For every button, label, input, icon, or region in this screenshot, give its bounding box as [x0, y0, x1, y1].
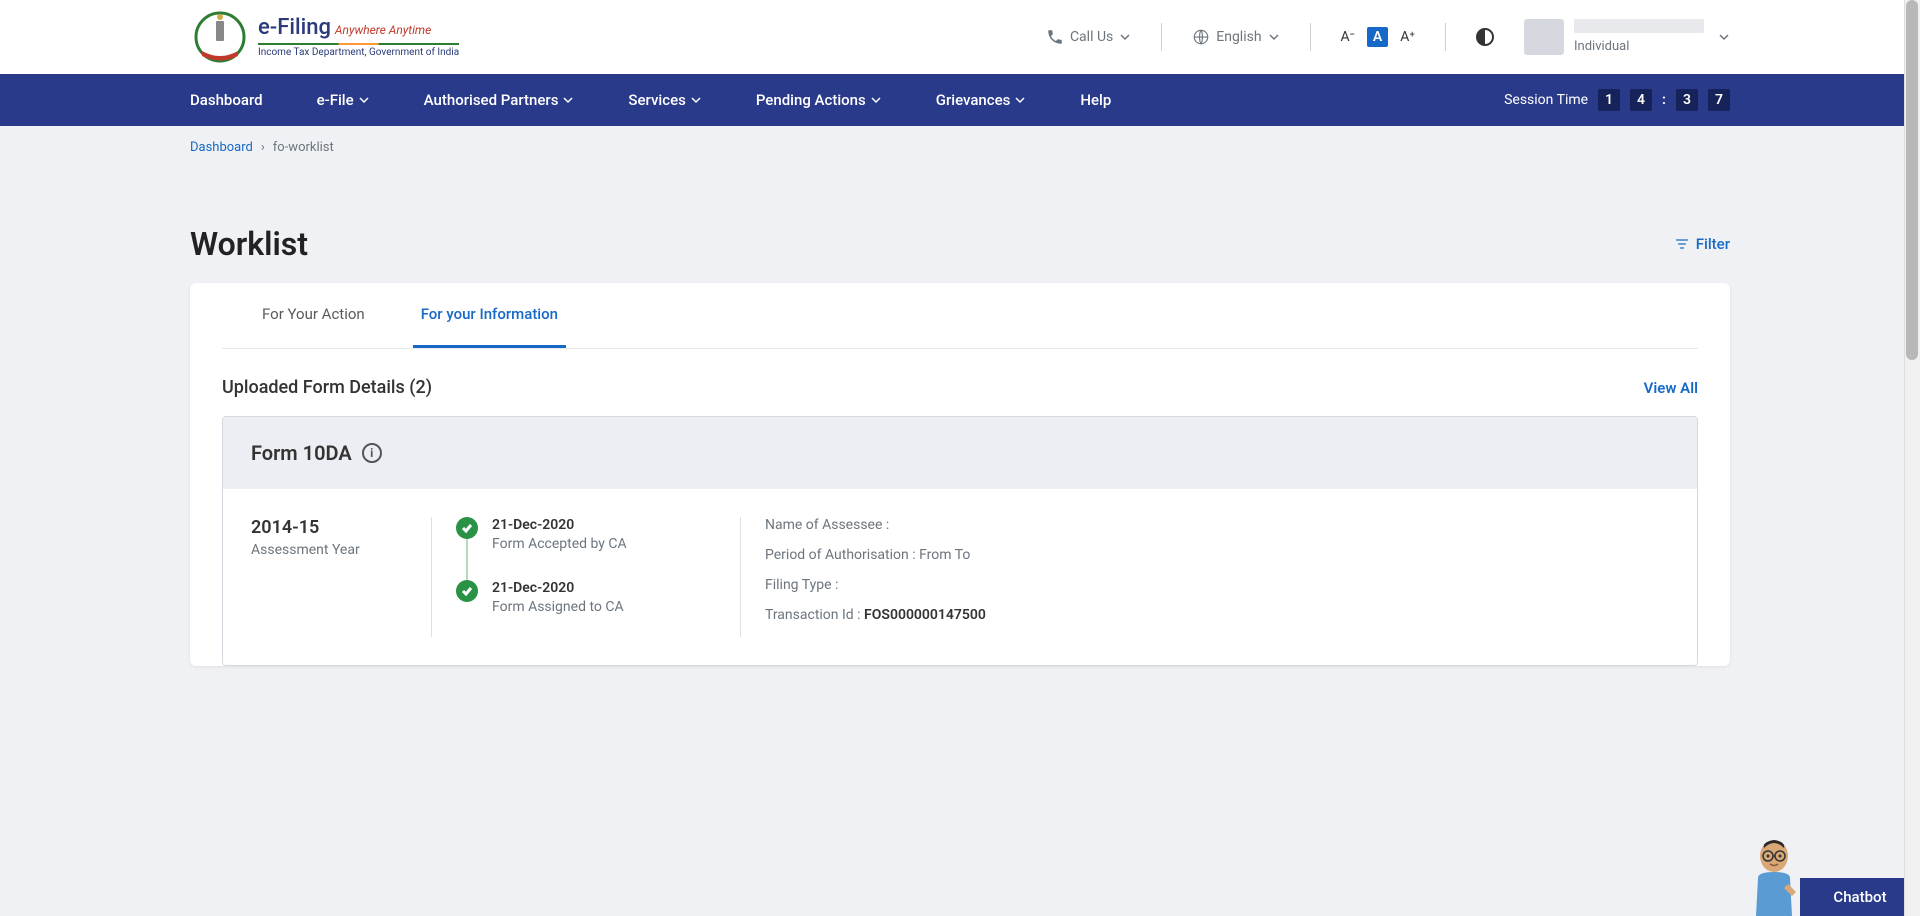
- contrast-toggle[interactable]: [1476, 28, 1494, 46]
- scrollbar-thumb[interactable]: [1906, 0, 1918, 360]
- page-title: Worklist: [190, 225, 308, 263]
- font-decrease-button[interactable]: A⁻: [1341, 29, 1355, 45]
- logo-tagline: Anywhere Anytime: [335, 23, 431, 37]
- timeline-item: 21-Dec-2020 Form Accepted by CA: [456, 517, 716, 552]
- chatbot-widget[interactable]: Chatbot: [1744, 834, 1920, 916]
- chevron-down-icon: [690, 94, 702, 106]
- session-label: Session Time: [1504, 92, 1588, 108]
- tabs: For Your Action For your Information: [222, 283, 1698, 349]
- filter-button[interactable]: Filter: [1674, 235, 1730, 253]
- avatar: [1524, 19, 1564, 55]
- assessment-year-label: Assessment Year: [251, 542, 407, 558]
- breadcrumb-dashboard[interactable]: Dashboard: [190, 140, 253, 155]
- nav-authorised-partners[interactable]: Authorised Partners: [424, 91, 575, 109]
- check-icon: [456, 517, 478, 539]
- user-menu[interactable]: Individual: [1524, 19, 1730, 56]
- language-label: English: [1216, 29, 1261, 45]
- nav-efile[interactable]: e-File: [317, 91, 370, 109]
- uploaded-forms-title: Uploaded Form Details (2): [222, 377, 432, 398]
- chatbot-label: Chatbot: [1800, 878, 1920, 916]
- user-type-label: Individual: [1574, 39, 1704, 56]
- form-card-header: Form 10DA i: [223, 417, 1697, 489]
- timeline-status: Form Assigned to CA: [492, 599, 624, 615]
- logo[interactable]: e-Filing Anywhere Anytime Income Tax Dep…: [190, 7, 459, 67]
- breadcrumb-current: fo-worklist: [273, 140, 334, 155]
- nav-dashboard[interactable]: Dashboard: [190, 91, 263, 109]
- chevron-down-icon: [870, 94, 882, 106]
- user-name-redacted: [1574, 19, 1704, 33]
- session-timer: Session Time 1 4 : 3 7: [1504, 89, 1730, 111]
- form-name: Form 10DA: [251, 441, 352, 465]
- info-icon[interactable]: i: [362, 443, 382, 463]
- chevron-down-icon: [358, 94, 370, 106]
- filter-icon: [1674, 236, 1690, 252]
- detail-assessee: Name of Assessee :: [765, 517, 1645, 533]
- call-us-dropdown[interactable]: Call Us: [1046, 28, 1131, 46]
- font-normal-button[interactable]: A: [1367, 27, 1388, 47]
- nav-pending-actions[interactable]: Pending Actions: [756, 91, 882, 109]
- chevron-down-icon: [1268, 31, 1280, 43]
- detail-filing-type: Filing Type :: [765, 577, 1645, 593]
- nav-help[interactable]: Help: [1080, 91, 1111, 109]
- emblem-icon: [190, 7, 250, 67]
- breadcrumb: Dashboard › fo-worklist: [0, 126, 1920, 169]
- nav-grievances[interactable]: Grievances: [936, 91, 1027, 109]
- tab-for-your-action[interactable]: For Your Action: [254, 283, 373, 348]
- worklist-card: For Your Action For your Information Upl…: [190, 283, 1730, 666]
- nav-services[interactable]: Services: [628, 91, 701, 109]
- tab-for-your-information[interactable]: For your Information: [413, 283, 566, 348]
- chevron-down-icon: [1119, 31, 1131, 43]
- view-all-link[interactable]: View All: [1644, 379, 1698, 397]
- detail-period: Period of Authorisation : From To: [765, 547, 1645, 563]
- assessment-year-value: 2014-15: [251, 517, 407, 538]
- detail-transaction-id: Transaction Id : FOS000000147500: [765, 607, 1645, 623]
- globe-icon: [1192, 28, 1210, 46]
- timeline-date: 21-Dec-2020: [492, 517, 627, 533]
- chevron-down-icon: [1014, 94, 1026, 106]
- top-header: e-Filing Anywhere Anytime Income Tax Dep…: [0, 0, 1920, 74]
- chatbot-avatar-icon: [1744, 834, 1804, 916]
- language-dropdown[interactable]: English: [1192, 28, 1279, 46]
- breadcrumb-separator: ›: [261, 140, 265, 155]
- chevron-down-icon: [562, 94, 574, 106]
- check-icon: [456, 580, 478, 602]
- phone-icon: [1046, 28, 1064, 46]
- timeline-status: Form Accepted by CA: [492, 536, 627, 552]
- chevron-down-icon: [1718, 31, 1730, 43]
- font-increase-button[interactable]: A⁺: [1400, 29, 1415, 45]
- main-nav: Dashboard e-File Authorised Partners Ser…: [0, 74, 1920, 126]
- call-us-label: Call Us: [1070, 29, 1113, 45]
- logo-title: e-Filing: [258, 15, 331, 41]
- timeline-date: 21-Dec-2020: [492, 580, 624, 596]
- scrollbar[interactable]: [1904, 0, 1920, 916]
- form-card: Form 10DA i 2014-15 Assessment Year 21-D…: [222, 416, 1698, 666]
- logo-subtitle: Income Tax Department, Government of Ind…: [258, 47, 459, 59]
- timeline-item: 21-Dec-2020 Form Assigned to CA: [456, 580, 716, 615]
